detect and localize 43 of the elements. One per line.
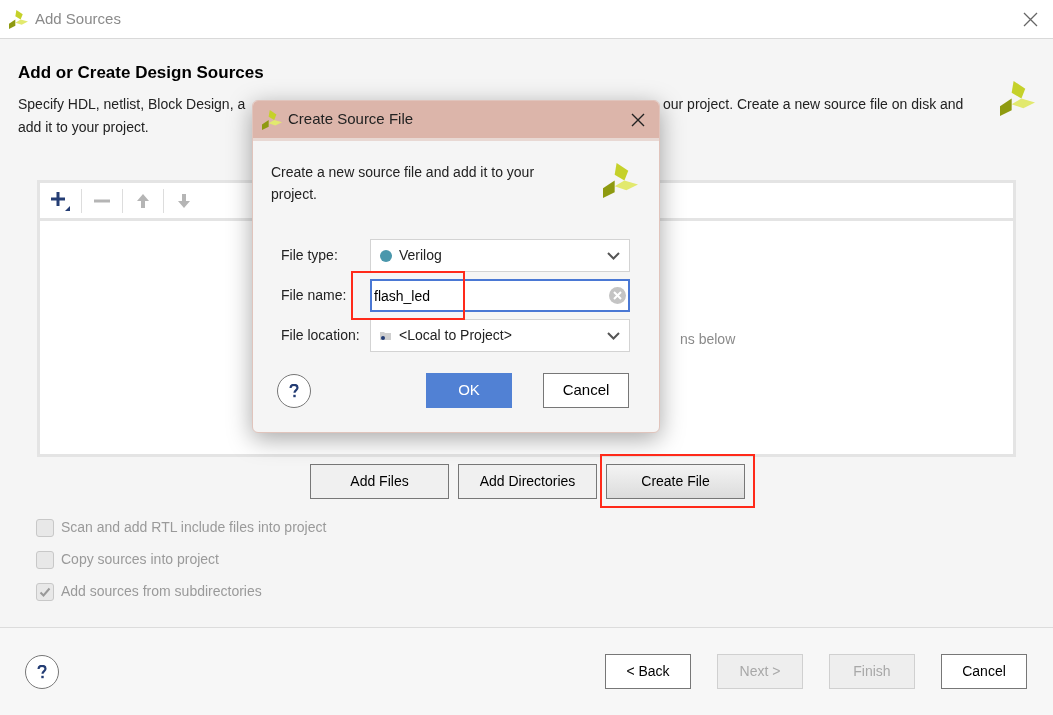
help-button[interactable] — [277, 373, 311, 408]
description-text: our project. Create a new source file on disk and — [663, 95, 964, 114]
file-name-field[interactable]: flash_led — [370, 279, 630, 312]
field-value: <Local to Project> — [399, 326, 512, 345]
field-label: File type: — [281, 246, 339, 265]
logo-icon — [262, 109, 282, 130]
source-button[interactable]: Add Files — [310, 464, 449, 499]
checkbox-label: Copy sources into project — [61, 550, 219, 569]
question-mark-icon — [289, 383, 299, 398]
source-button[interactable]: Add Directories — [458, 464, 597, 499]
dialog-title: Create Source File — [288, 109, 414, 130]
description-text: Specify HDL, netlist, Block Design, a — [18, 96, 246, 112]
dialog-button[interactable]: OK — [426, 373, 512, 408]
dialog-button[interactable]: Cancel — [543, 373, 629, 408]
logo-icon — [1000, 81, 1035, 116]
checkbox-label: Add sources from subdirectories — [61, 582, 262, 601]
logo-icon — [603, 163, 638, 198]
file-type-icon — [380, 249, 392, 262]
chevron-down-icon — [607, 331, 620, 340]
logo-icon — [9, 9, 28, 29]
check-icon — [39, 585, 51, 598]
hint-text: ns below — [680, 330, 736, 349]
field-label: File name: — [281, 286, 348, 305]
source-button[interactable]: Create File — [606, 464, 745, 499]
close-icon[interactable] — [1023, 11, 1038, 27]
field-value: Verilog — [399, 246, 442, 265]
dialog-message: Create a new source file and add it to your project. — [271, 163, 536, 204]
dropdown-field[interactable]: Verilog — [370, 239, 630, 272]
wizard-button[interactable]: < Back — [605, 654, 691, 689]
checkbox-label: Scan and add RTL include files into project — [61, 518, 327, 537]
help-button[interactable] — [25, 654, 59, 689]
folder-icon — [380, 330, 392, 341]
description-text: add it to your project. — [18, 118, 149, 137]
field-label: File location: — [281, 326, 361, 345]
close-icon[interactable] — [631, 112, 645, 127]
add-icon[interactable] — [50, 189, 72, 212]
chevron-down-icon — [607, 251, 620, 260]
question-mark-icon — [37, 664, 47, 679]
wizard-button[interactable]: Cancel — [941, 654, 1027, 689]
window-title: Add Sources — [35, 8, 121, 29]
clear-icon[interactable] — [609, 287, 626, 304]
dropdown-field[interactable]: <Local to Project> — [370, 319, 630, 352]
page-heading: Add or Create Design Sources — [18, 63, 265, 83]
